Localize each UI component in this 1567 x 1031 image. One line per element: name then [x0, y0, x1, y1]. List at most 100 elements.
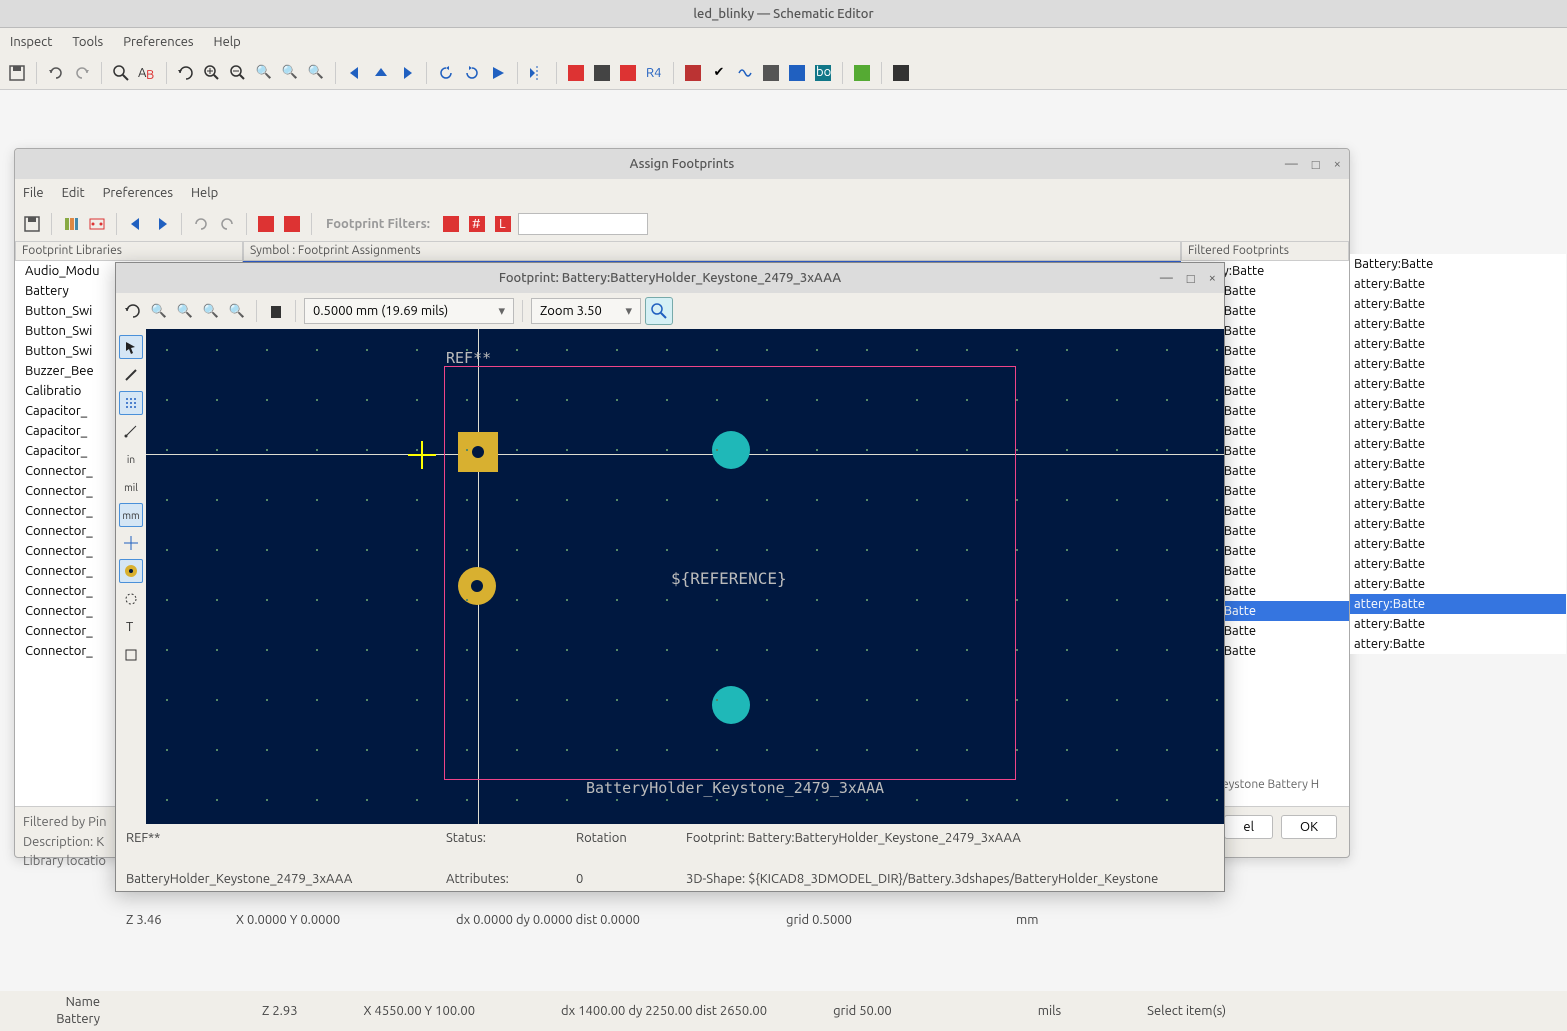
zoom-out-icon[interactable] [227, 62, 249, 84]
list-item[interactable]: attery:Batte [1350, 554, 1566, 574]
autozoom-icon[interactable] [119, 643, 143, 667]
search-icon[interactable] [110, 62, 132, 84]
zoom-in-icon[interactable] [201, 62, 223, 84]
menu-tools[interactable]: Tools [72, 35, 103, 49]
list-item[interactable]: attery:Batte [1350, 574, 1566, 594]
3d-icon[interactable] [265, 300, 287, 322]
menu-preferences[interactable]: Preferences [103, 186, 173, 200]
footprint-canvas[interactable]: REF** BatteryHolder_Keystone_2479_3xAAA … [146, 329, 1224, 824]
undo-icon[interactable] [45, 62, 67, 84]
arrow-up-icon[interactable] [370, 62, 392, 84]
select-tool-icon[interactable] [119, 335, 143, 359]
prev-icon[interactable] [125, 213, 147, 235]
list-item[interactable]: attery:Batte [1350, 294, 1566, 314]
bom2-icon[interactable]: bom [812, 62, 834, 84]
maximize-icon[interactable]: □ [1187, 271, 1195, 286]
erc-icon[interactable] [682, 62, 704, 84]
redo-icon[interactable] [71, 62, 93, 84]
bom-icon[interactable] [760, 62, 782, 84]
zoom-obj-icon[interactable]: 🔍 [279, 62, 301, 84]
zoom-fit-icon[interactable]: 🔍 [253, 62, 275, 84]
netlist-icon[interactable] [786, 62, 808, 84]
browse-icon[interactable] [591, 62, 613, 84]
menu-file[interactable]: File [23, 186, 44, 200]
list-item[interactable]: attery:Batte [1350, 354, 1566, 374]
menu-help[interactable]: Help [191, 186, 218, 200]
list-item[interactable]: attery:Batte [1350, 454, 1566, 474]
view-fp-icon[interactable] [86, 213, 108, 235]
symbol-editor-icon[interactable] [565, 62, 587, 84]
fp-titlebar[interactable]: Footprint: Battery:BatteryHolder_Keyston… [116, 263, 1224, 293]
close-icon[interactable]: × [1334, 157, 1341, 172]
pad-number-icon[interactable] [119, 559, 143, 583]
run-icon[interactable] [487, 62, 509, 84]
refresh-icon[interactable] [175, 62, 197, 84]
list-item[interactable]: attery:Batte [1350, 334, 1566, 354]
list-item[interactable]: attery:Batte [1350, 614, 1566, 634]
list-item[interactable]: attery:Batte [1350, 634, 1566, 654]
zoom-out-icon[interactable]: 🔍 [174, 300, 196, 322]
zoom-sel-icon[interactable]: 🔍 [305, 62, 327, 84]
list-item[interactable]: attery:Batte [1350, 514, 1566, 534]
auto-icon[interactable] [255, 213, 277, 235]
library-icon[interactable] [60, 213, 82, 235]
close-icon[interactable]: × [1209, 271, 1216, 286]
arrow-right-icon[interactable] [396, 62, 418, 84]
mirror-icon[interactable] [526, 62, 548, 84]
zoom-in-icon[interactable]: 🔍 [148, 300, 170, 322]
refresh-icon[interactable] [122, 300, 144, 322]
grid-icon[interactable] [119, 391, 143, 415]
list-item[interactable]: attery:Batte [1350, 394, 1566, 414]
cancel-button[interactable]: el [1224, 815, 1273, 839]
measure-button[interactable] [645, 297, 673, 325]
list-item[interactable]: attery:Batte [1350, 314, 1566, 334]
rotate-ccw-icon[interactable] [435, 62, 457, 84]
maximize-icon[interactable]: □ [1312, 157, 1320, 172]
unit-mm-icon[interactable]: mm [119, 503, 143, 527]
redo-icon[interactable] [216, 213, 238, 235]
scripting-icon[interactable] [890, 62, 912, 84]
list-item[interactable]: attery:Batte [1350, 494, 1566, 514]
grid-dropdown[interactable]: 0.5000 mm (19.69 mils) [304, 298, 514, 324]
menu-edit[interactable]: Edit [62, 186, 85, 200]
filter-input[interactable] [518, 213, 648, 235]
zoom-dropdown[interactable]: Zoom 3.50 [531, 298, 641, 324]
list-item[interactable]: Battery:Batte [1350, 254, 1566, 274]
cursor-icon[interactable] [119, 531, 143, 555]
check-icon[interactable]: ✔ [708, 62, 730, 84]
filter-keyword-icon[interactable] [440, 213, 462, 235]
polar-icon[interactable] [119, 419, 143, 443]
arrow-left-icon[interactable] [344, 62, 366, 84]
replace-icon[interactable]: AB [136, 62, 158, 84]
rotate-cw-icon[interactable] [461, 62, 483, 84]
ok-button[interactable]: OK [1281, 815, 1337, 839]
zoom-fit-icon[interactable]: 🔍 [200, 300, 222, 322]
text-icon[interactable]: T [119, 615, 143, 639]
list-item[interactable]: attery:Batte [1350, 474, 1566, 494]
list-item[interactable]: attery:Batte [1350, 274, 1566, 294]
filter-pin-icon[interactable]: # [466, 213, 488, 235]
measure-tool-icon[interactable] [119, 363, 143, 387]
unit-in-icon[interactable]: in [119, 447, 143, 471]
annotate-icon[interactable]: R42 [643, 62, 665, 84]
zoom-obj-icon[interactable]: 🔍 [226, 300, 248, 322]
sim-icon[interactable] [734, 62, 756, 84]
unit-mil-icon[interactable]: mil [119, 475, 143, 499]
delete-icon[interactable] [281, 213, 303, 235]
next-icon[interactable] [151, 213, 173, 235]
pcb-icon[interactable] [851, 62, 873, 84]
save-icon[interactable] [6, 62, 28, 84]
minimize-icon[interactable]: — [1160, 271, 1173, 286]
list-item[interactable]: attery:Batte [1350, 434, 1566, 454]
list-item[interactable]: attery:Batte [1350, 414, 1566, 434]
menu-inspect[interactable]: Inspect [10, 35, 52, 49]
pad-fill-icon[interactable] [119, 587, 143, 611]
save-icon[interactable] [21, 213, 43, 235]
list-item[interactable]: attery:Batte [1350, 534, 1566, 554]
undo-icon[interactable] [190, 213, 212, 235]
list-item[interactable]: attery:Batte [1350, 374, 1566, 394]
filter-lib-icon[interactable]: L [492, 213, 514, 235]
minimize-icon[interactable]: — [1285, 157, 1298, 172]
menu-help[interactable]: Help [214, 35, 241, 49]
assign-titlebar[interactable]: Assign Footprints — □ × [15, 149, 1349, 179]
